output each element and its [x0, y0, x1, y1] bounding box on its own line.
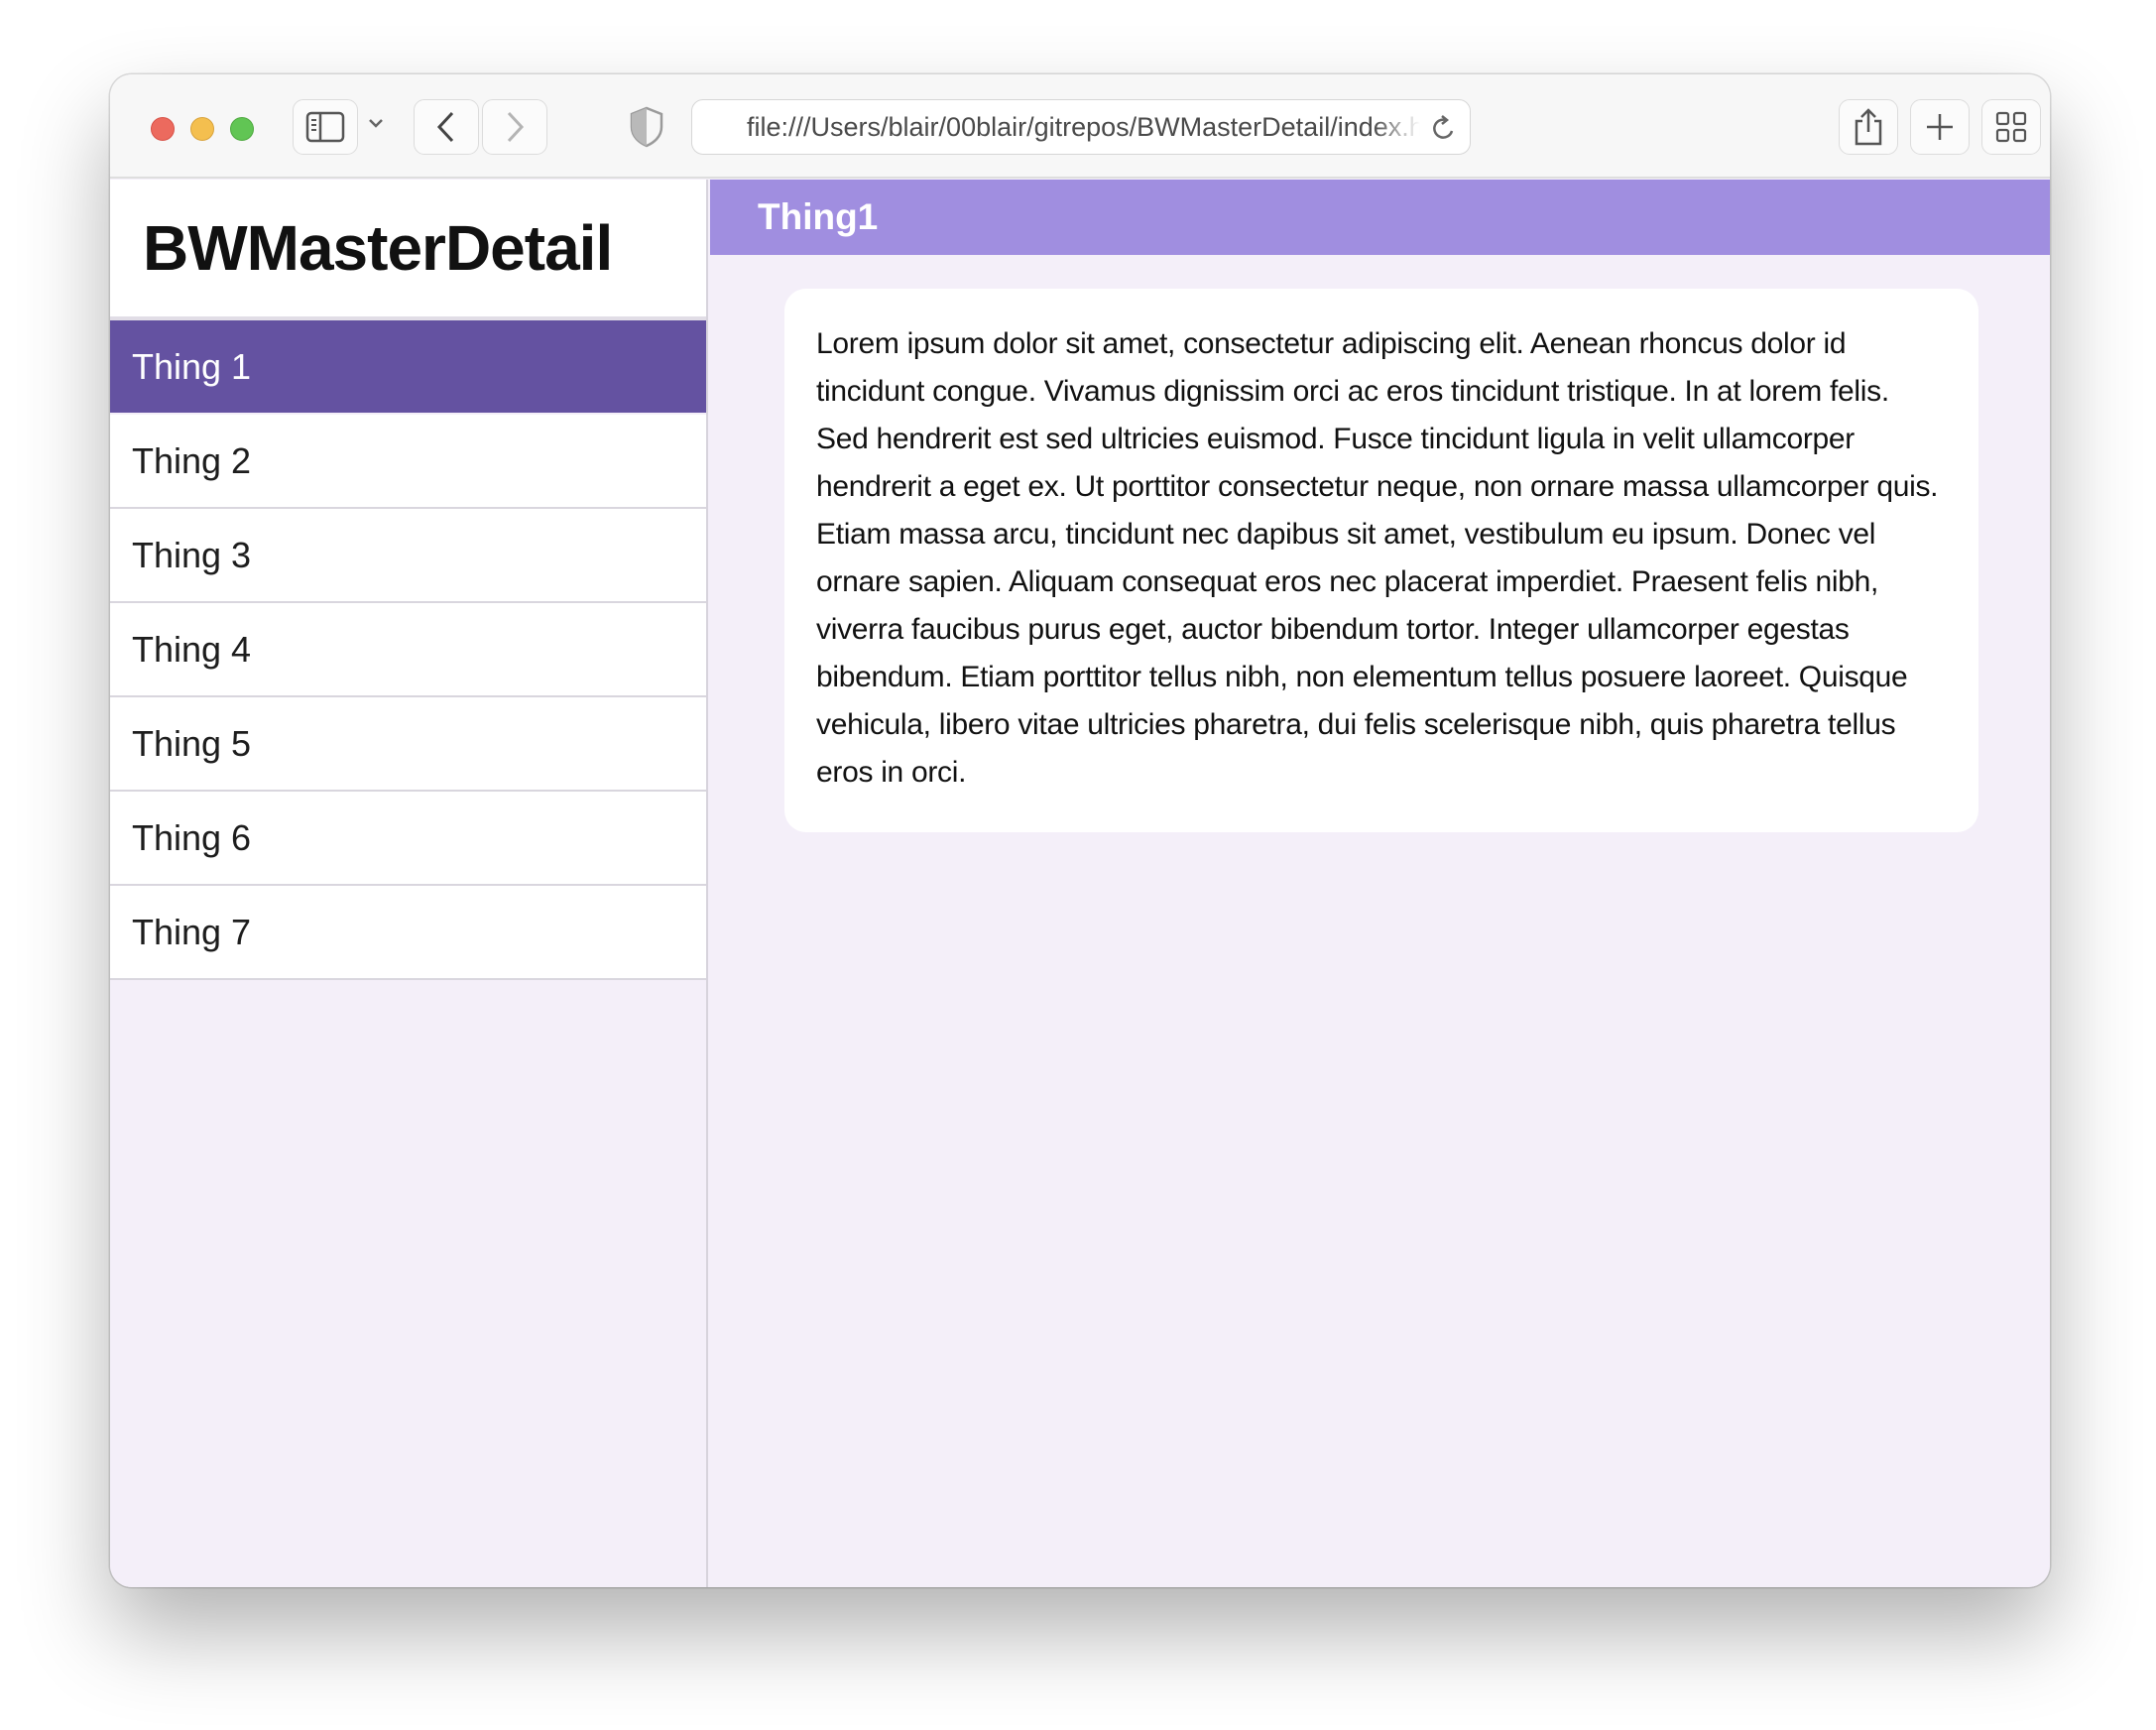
detail-pane: Thing1 Lorem ipsum dolor sit amet, conse…	[710, 180, 2050, 1587]
browser-toolbar: file:///Users/blair/00blair/gitrepos/BWM…	[110, 74, 2050, 179]
detail-title: Thing1	[710, 180, 2050, 255]
list-item-thing-1[interactable]: Thing 1	[110, 320, 706, 415]
zoom-window-button[interactable]	[230, 117, 254, 141]
sidebar-toggle-button[interactable]	[293, 99, 358, 155]
shield-icon[interactable]	[627, 105, 666, 154]
back-button[interactable]	[414, 99, 479, 155]
chevron-right-icon	[504, 110, 526, 144]
app-title-header: BWMasterDetail	[110, 180, 706, 320]
url-text[interactable]: file:///Users/blair/00blair/gitrepos/BWM…	[747, 112, 1420, 143]
close-window-button[interactable]	[151, 117, 175, 141]
share-button[interactable]	[1839, 99, 1898, 155]
sidebar-icon	[305, 111, 345, 143]
list-item-thing-3[interactable]: Thing 3	[110, 509, 706, 603]
chevron-down-icon[interactable]	[368, 116, 384, 134]
list-item-thing-4[interactable]: Thing 4	[110, 603, 706, 697]
list-item-thing-2[interactable]: Thing 2	[110, 415, 706, 509]
tab-overview-button[interactable]	[1981, 99, 2041, 155]
reload-icon[interactable]	[1430, 113, 1458, 148]
chevron-left-icon	[435, 110, 457, 144]
address-bar[interactable]: file:///Users/blair/00blair/gitrepos/BWM…	[691, 99, 1471, 155]
share-icon	[1853, 107, 1884, 147]
list-item-thing-5[interactable]: Thing 5	[110, 697, 706, 792]
plus-icon	[1925, 112, 1955, 142]
new-tab-button[interactable]	[1910, 99, 1970, 155]
master-sidebar: BWMasterDetail Thing 1 Thing 2 Thing 3 T…	[110, 180, 708, 1587]
minimize-window-button[interactable]	[190, 117, 214, 141]
list-item-thing-7[interactable]: Thing 7	[110, 886, 706, 980]
master-list: Thing 1 Thing 2 Thing 3 Thing 4 Thing 5 …	[110, 320, 706, 980]
list-item-thing-6[interactable]: Thing 6	[110, 792, 706, 886]
detail-body-text: Lorem ipsum dolor sit amet, consectetur …	[816, 327, 1939, 789]
detail-card: Lorem ipsum dolor sit amet, consectetur …	[784, 289, 1978, 832]
browser-window: file:///Users/blair/00blair/gitrepos/BWM…	[110, 74, 2050, 1587]
grid-icon	[1995, 111, 2027, 143]
app-title: BWMasterDetail	[143, 212, 613, 284]
forward-button[interactable]	[482, 99, 547, 155]
